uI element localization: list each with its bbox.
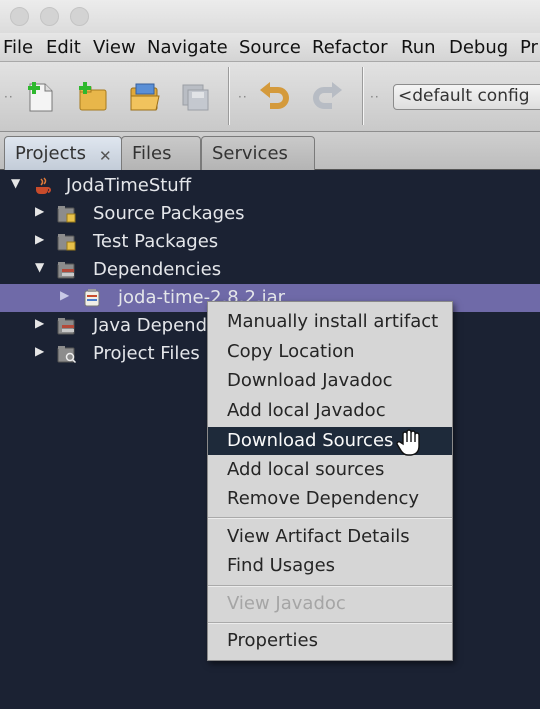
context-menu: Manually install artifact Copy Location … [207, 301, 453, 661]
menu-refactor[interactable]: Refactor [312, 37, 388, 58]
menu-separator [208, 517, 452, 519]
menu-item-download-javadoc[interactable]: Download Javadoc [208, 367, 452, 395]
library-folder-icon [57, 318, 75, 335]
tab-services[interactable]: Services [201, 136, 315, 170]
tree-node-label: Test Packages [93, 231, 219, 252]
undo-icon[interactable] [258, 80, 292, 114]
menu-item-copy-location[interactable]: Copy Location [208, 338, 452, 366]
menu-view[interactable]: View [93, 37, 136, 58]
menu-source[interactable]: Source [239, 37, 301, 58]
tab-projects-label: Projects [15, 143, 86, 164]
project-files-folder-icon [57, 346, 77, 364]
package-folder-icon [57, 234, 76, 251]
tab-bar: Projects ✕ Files Services [0, 132, 540, 170]
toolbar-grip[interactable]: ·· [4, 90, 14, 104]
tree-node-label: Dependencies [93, 259, 222, 280]
tree-node-dependencies[interactable]: ▼ Dependencies [0, 256, 540, 284]
new-file-icon[interactable] [24, 80, 58, 114]
zoom-window-button[interactable] [70, 7, 89, 26]
library-folder-icon [57, 262, 75, 279]
menu-profile[interactable]: Pr [520, 37, 538, 58]
tree-node-label: Project Files [93, 343, 200, 364]
tab-files-label: Files [132, 143, 172, 164]
menu-item-add-local-sources[interactable]: Add local sources [208, 456, 452, 484]
expand-arrow-icon[interactable]: ▼ [11, 176, 20, 190]
menu-bar: File Edit View Navigate Source Refactor … [0, 33, 540, 62]
tree-node-test-packages[interactable]: ▶ Test Packages [0, 228, 540, 256]
menu-separator [208, 585, 452, 587]
new-project-icon[interactable] [76, 80, 110, 114]
expand-arrow-icon[interactable]: ▶ [35, 344, 44, 358]
expand-arrow-icon[interactable]: ▶ [35, 232, 44, 246]
toolbar-separator [228, 67, 230, 125]
toolbar-separator [362, 67, 364, 125]
menu-item-manually-install-artifact[interactable]: Manually install artifact [208, 308, 452, 336]
menu-item-find-usages[interactable]: Find Usages [208, 552, 452, 580]
java-project-icon [36, 177, 51, 194]
close-window-button[interactable] [10, 7, 29, 26]
menu-item-view-javadoc: View Javadoc [227, 593, 346, 614]
expand-arrow-icon[interactable]: ▶ [60, 288, 69, 302]
menu-separator [208, 622, 452, 624]
tree-node-label: JodaTimeStuff [66, 175, 192, 196]
tree-node-project[interactable]: ▼ JodaTimeStuff [0, 172, 540, 200]
collapse-arrow-icon[interactable]: ▼ [35, 260, 44, 274]
tab-services-label: Services [212, 143, 288, 164]
tree-node-source-packages[interactable]: ▶ Source Packages [0, 200, 540, 228]
menu-item-add-local-javadoc[interactable]: Add local Javadoc [208, 397, 452, 425]
redo-icon[interactable] [310, 80, 344, 114]
menu-item-properties[interactable]: Properties [208, 627, 452, 655]
package-folder-icon [57, 206, 76, 223]
close-icon[interactable]: ✕ [99, 147, 112, 165]
toolbar-grip[interactable]: ·· [238, 90, 248, 104]
minimize-window-button[interactable] [40, 7, 59, 26]
expand-arrow-icon[interactable]: ▶ [35, 316, 44, 330]
tab-files[interactable]: Files [121, 136, 201, 170]
tree-node-label: Java Depend [93, 315, 208, 336]
expand-arrow-icon[interactable]: ▶ [35, 204, 44, 218]
menu-item-remove-dependency[interactable]: Remove Dependency [208, 485, 452, 513]
menu-file[interactable]: File [3, 37, 33, 58]
window-title-bar [0, 0, 540, 33]
jar-icon [84, 289, 100, 307]
toolbar-grip[interactable]: ·· [370, 90, 380, 104]
menu-debug[interactable]: Debug [449, 37, 508, 58]
hand-cursor-icon [396, 429, 420, 456]
save-all-icon[interactable] [178, 80, 212, 114]
menu-navigate[interactable]: Navigate [147, 37, 228, 58]
tree-node-label: Source Packages [93, 203, 245, 224]
menu-item-view-artifact-details[interactable]: View Artifact Details [208, 523, 452, 551]
menu-run[interactable]: Run [401, 37, 436, 58]
configuration-combobox[interactable]: <default config [393, 84, 540, 110]
tab-projects[interactable]: Projects ✕ [4, 136, 122, 170]
menu-edit[interactable]: Edit [46, 37, 81, 58]
open-project-icon[interactable] [128, 80, 162, 114]
